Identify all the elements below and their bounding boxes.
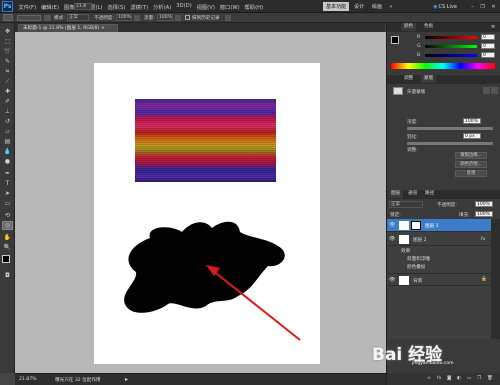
layer-row-1[interactable]: 👁 图层 1 <box>387 219 491 232</box>
tab-layers[interactable]: 图层 <box>388 190 404 198</box>
vector-mask-icon[interactable] <box>491 87 498 94</box>
watermark-url: jingyan.baidu.com <box>412 361 454 366</box>
fill-field[interactable]: 100% <box>475 211 493 217</box>
layer-row-2[interactable]: 👁 图层 2 fx <box>387 233 491 246</box>
tab-swatches[interactable]: 色板 <box>421 23 436 31</box>
background-layer-name[interactable]: 背景 <box>413 278 422 284</box>
refine-label: 调整: <box>407 148 418 153</box>
panel-menu-icon[interactable]: ≡ <box>491 24 495 30</box>
add-style-icon[interactable]: fx <box>437 376 441 381</box>
mask-thumbnail-icon <box>393 87 403 95</box>
link-layers-icon[interactable]: ∞ <box>427 376 431 381</box>
fill-label: 填充: <box>459 213 470 218</box>
slider-b-value[interactable]: 0 <box>481 52 495 58</box>
background-visibility-icon[interactable]: 👁 <box>389 277 395 283</box>
tab-color[interactable]: 颜色 <box>401 23 417 31</box>
tab-adjustments[interactable]: 调整 <box>401 75 416 83</box>
black-blob-shape <box>124 221 285 313</box>
invert-button[interactable]: 反相 <box>455 170 487 177</box>
layers-scrollbar[interactable] <box>491 219 500 339</box>
status-bar: 21.87% 曝光只在 32 位起作用 ▸ <box>15 373 386 385</box>
layer-row-background[interactable]: 👁 背景 🔒 <box>387 273 491 286</box>
masks-panel-header: 调整 蒙版 <box>387 75 500 84</box>
tab-paths[interactable]: 路径 <box>422 190 437 198</box>
adjustment-layer-icon[interactable]: ◐ <box>457 376 461 381</box>
slider-g-value[interactable]: 0 <box>481 43 495 49</box>
density-field[interactable]: 100% <box>463 118 481 124</box>
effect-bevel-row[interactable]: 斜面和浮雕 <box>407 256 430 262</box>
tab-masks[interactable]: 蒙版 <box>421 75 437 83</box>
effect-bevel-label: 斜面和浮雕 <box>407 257 430 262</box>
layer-2-name[interactable]: 图层 2 <box>413 237 427 243</box>
slider-b-label: B <box>417 53 421 58</box>
mask-edge-button[interactable]: 蒙版边缘... <box>455 152 487 159</box>
slider-r-label: R <box>417 35 421 40</box>
density-slider[interactable] <box>407 127 493 130</box>
pixel-mask-icon[interactable] <box>483 87 490 94</box>
density-label: 浓度: <box>407 120 418 125</box>
background-thumbnail <box>399 276 409 285</box>
feather-label: 羽化: <box>407 135 418 140</box>
effects-label: 效果 <box>401 249 411 254</box>
slider-g[interactable] <box>425 45 477 48</box>
color-fg-swatch[interactable] <box>391 36 399 44</box>
layers-footer: ∞ fx ◙ ◐ ▭ ❐ 🗑 <box>387 373 500 385</box>
layer-2-thumbnail <box>399 235 409 244</box>
layer-opacity-label: 不透明度: <box>437 203 457 208</box>
status-info: 曝光只在 32 位起作用 <box>55 378 101 383</box>
slider-r-value[interactable]: 0 <box>481 34 495 40</box>
layer-1-visibility-icon[interactable]: 👁 <box>389 222 395 228</box>
mask-title: 矢量蒙版 <box>407 90 426 95</box>
status-zoom[interactable]: 21.87% <box>19 377 37 382</box>
feather-slider[interactable] <box>407 142 493 145</box>
effect-color-overlay-label: 颜色叠加 <box>407 265 426 270</box>
layer-1-mask-thumbnail <box>411 221 421 230</box>
color-spectrum-bar[interactable] <box>391 63 495 69</box>
effect-color-overlay-row[interactable]: 颜色叠加 <box>407 264 425 270</box>
layer-1-name[interactable]: 图层 1 <box>425 223 439 229</box>
layer-2-fx-icon[interactable]: fx <box>481 237 485 242</box>
lock-label: 锁定: <box>390 213 401 218</box>
add-mask-icon[interactable]: ◙ <box>447 376 451 381</box>
layer-1-thumbnail <box>399 221 409 230</box>
status-menu-icon[interactable]: ▸ <box>125 376 128 383</box>
panel-dock: 颜色 色板 ≡ R 0 G 0 B 0 调整 蒙版 矢量蒙版 浓度: 100% … <box>386 23 500 385</box>
feather-field[interactable]: 0 px <box>463 133 481 139</box>
color-range-button[interactable]: 颜色范围... <box>455 161 487 168</box>
background-lock-icon: 🔒 <box>481 277 487 282</box>
delete-layer-icon[interactable]: 🗑 <box>487 376 493 381</box>
layers-panel-header: 图层 通道 路径 <box>387 190 500 199</box>
new-layer-icon[interactable]: ❐ <box>477 376 481 381</box>
layer-opacity-field[interactable]: 100% <box>475 201 493 207</box>
slider-g-label: G <box>417 44 421 49</box>
layer-blend-mode-select[interactable]: 正常 <box>389 201 423 208</box>
tab-channels[interactable]: 通道 <box>405 190 420 198</box>
stripe-texture <box>135 99 276 182</box>
slider-r[interactable] <box>425 36 477 39</box>
slider-b[interactable] <box>425 54 477 57</box>
layer-2-visibility-icon[interactable]: 👁 <box>389 236 395 242</box>
color-panel-header: 颜色 色板 ≡ <box>387 23 500 32</box>
layers-list: 👁 图层 1 👁 图层 2 fx 效果 斜面和浮雕 颜色叠加 👁 背景 🔒 <box>387 219 491 339</box>
effects-row[interactable]: 效果 <box>401 248 410 254</box>
new-group-icon[interactable]: ▭ <box>467 376 471 381</box>
